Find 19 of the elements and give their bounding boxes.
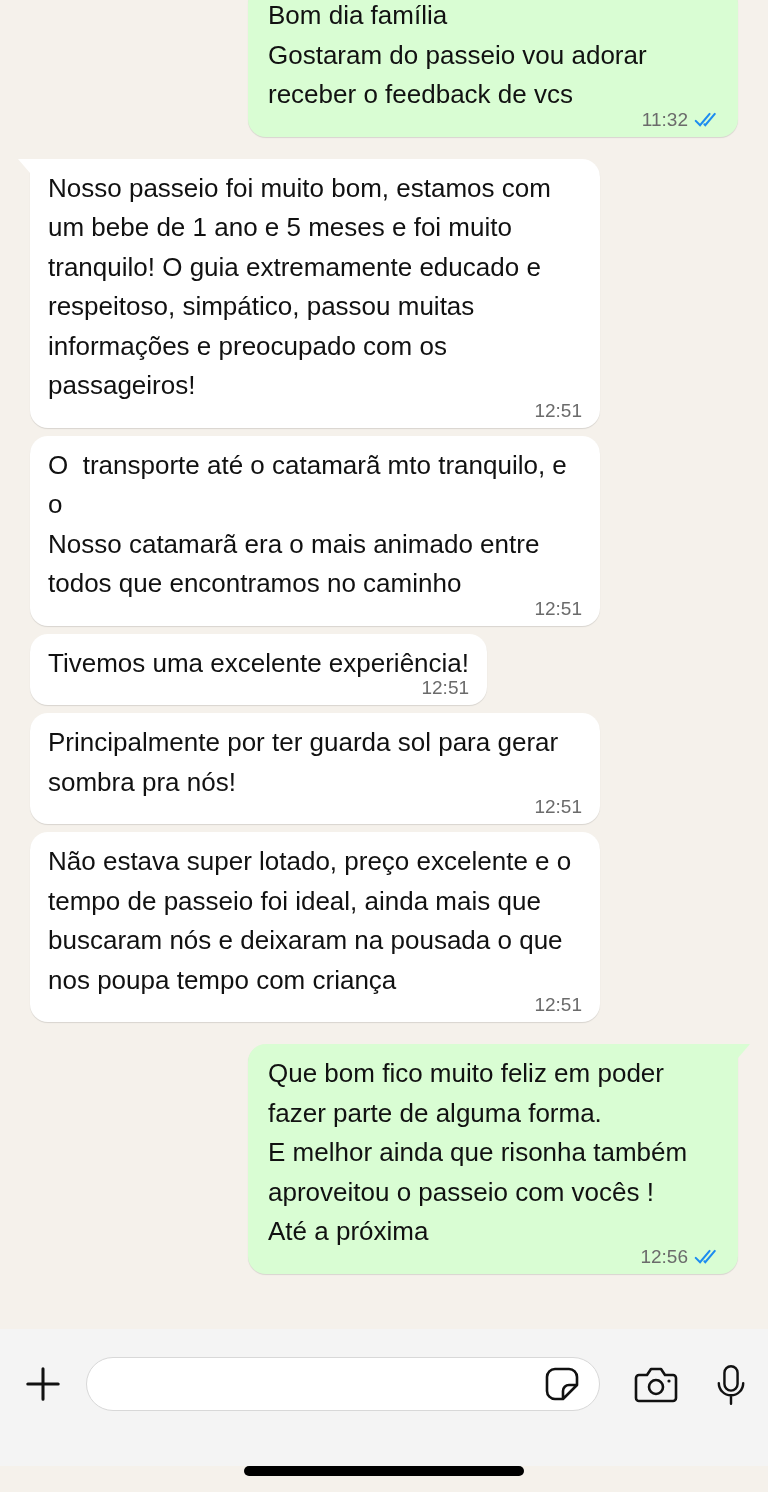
message-time: 12:51 — [421, 677, 469, 699]
message-time: 12:51 — [534, 399, 582, 422]
message-time: 12:56 — [640, 1245, 688, 1268]
message-time: 11:32 — [641, 108, 688, 131]
message-time: 12:51 — [534, 994, 582, 1016]
message-text: Tivemos uma excelente experiência! — [48, 646, 469, 680]
message-text: Bom dia família Gostaram do passeio vou adorar receber o feedback de vcs — [268, 0, 648, 111]
sticker-icon[interactable] — [545, 1367, 579, 1401]
message-text: O transporte até o catamarã mto tranquilo, e o Nosso catamarã era o mais animado entre todos que encontramos no caminho — [48, 448, 568, 600]
message-input-field[interactable] — [86, 1357, 600, 1411]
message-text: Que bom fico muito feliz em poder fazer parte de alguma forma. E melhor ainda que risonha também aproveitou o passeio com vocês ! Até a próxima — [268, 1057, 689, 1248]
plus-icon[interactable] — [24, 1365, 62, 1403]
message-time: 12:51 — [534, 796, 582, 818]
message-time: 12:51 — [534, 597, 582, 620]
message-text: Não estava super lotado, preço excelente e o tempo de passeio foi ideal, ainda mais que buscaram nós e deixaram na pousada o que nos poupa tempo com criança — [48, 845, 573, 997]
camera-icon[interactable] — [634, 1367, 678, 1403]
message-text: Nosso passeio foi muito bom, estamos com um bebe de 1 ano e 5 meses e foi muito tranquilo! O guia extremamente educado e respeitoso, simpático, passou muitas informações e preocupado com os passageiros! — [48, 171, 552, 402]
message-text: Principalmente por ter guarda sol para gerar sombra pra nós! — [48, 726, 560, 799]
microphone-icon[interactable] — [716, 1363, 746, 1407]
